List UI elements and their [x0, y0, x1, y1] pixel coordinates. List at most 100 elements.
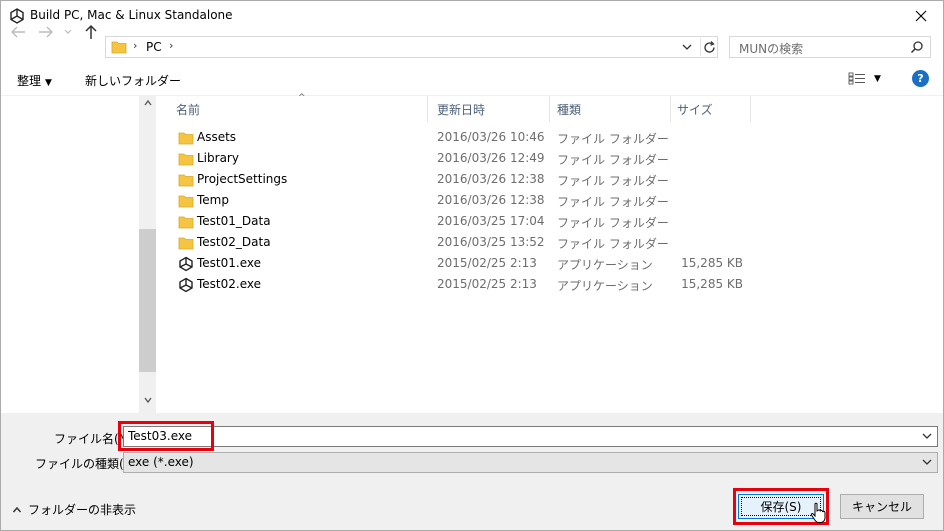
- column-date-label: 更新日時: [437, 103, 486, 117]
- file-name: Library: [197, 151, 239, 165]
- file-date: 2016/03/25 13:52: [437, 235, 545, 249]
- filename-field[interactable]: Test03.exe: [123, 426, 938, 447]
- window-title: Build PC, Mac & Linux Standalone: [30, 8, 233, 22]
- list-item[interactable]: Temp 2016/03/26 12:38 ファイル フォルダー: [157, 190, 944, 211]
- folder-icon: [178, 174, 194, 187]
- chevron-down-icon: ▼: [45, 78, 52, 88]
- refresh-icon: [704, 40, 715, 53]
- forward-button[interactable]: [38, 7, 54, 37]
- list-item[interactable]: Assets 2016/03/26 10:46 ファイル フォルダー: [157, 127, 944, 148]
- filetype-select[interactable]: exe (*.exe): [123, 452, 938, 473]
- folder-icon: [178, 195, 194, 208]
- file-type: ファイル フォルダー: [557, 153, 669, 167]
- organize-button[interactable]: 整理 ▼: [17, 72, 52, 89]
- back-button[interactable]: [10, 7, 26, 37]
- breadcrumb-separator[interactable]: ›: [133, 39, 137, 52]
- file-date: 2015/02/25 2:13: [437, 256, 537, 270]
- content-area: ^ 名前 更新日時 種類 サイズ Assets 2016/03/26 10:46…: [0, 93, 944, 413]
- new-folder-button[interactable]: 新しいフォルダー: [85, 72, 181, 89]
- folder-icon: [178, 216, 194, 229]
- filetype-value: exe (*.exe): [128, 455, 194, 469]
- list-item[interactable]: Library 2016/03/26 12:49 ファイル フォルダー: [157, 148, 944, 169]
- file-name: Test02.exe: [197, 277, 262, 291]
- organize-label: 整理: [17, 74, 42, 88]
- file-name: Temp: [197, 193, 229, 207]
- file-date: 2016/03/26 12:49: [437, 151, 545, 165]
- search-icon: [910, 41, 923, 54]
- search-input[interactable]: MUNの検索: [729, 36, 931, 58]
- chevron-down-icon: ▼: [874, 73, 881, 84]
- chevron-down-icon[interactable]: [681, 39, 693, 55]
- file-name: Assets: [197, 130, 237, 144]
- details-view-icon: [848, 72, 865, 85]
- view-options-button[interactable]: ▼: [848, 72, 881, 85]
- file-list[interactable]: ^ 名前 更新日時 種類 サイズ Assets 2016/03/26 10:46…: [157, 93, 944, 413]
- file-date: 2016/03/26 12:38: [437, 193, 545, 207]
- close-button[interactable]: [898, 0, 944, 31]
- column-header-name[interactable]: 名前: [157, 96, 428, 122]
- column-header-type[interactable]: 種類: [550, 96, 671, 122]
- file-type: ファイル フォルダー: [557, 195, 669, 209]
- unity-exe-icon: [179, 256, 193, 272]
- file-type: アプリケーション: [557, 258, 653, 272]
- list-item[interactable]: ProjectSettings 2016/03/26 12:38 ファイル フォ…: [157, 169, 944, 190]
- refresh-button[interactable]: [700, 38, 718, 56]
- column-header-date[interactable]: 更新日時: [428, 96, 550, 122]
- file-name: Test01.exe: [197, 256, 262, 270]
- column-divider[interactable]: [750, 96, 751, 122]
- hide-folders-label: フォルダーの非表示: [28, 503, 137, 517]
- recent-locations-button[interactable]: [64, 7, 72, 34]
- file-date: 2016/03/25 17:04: [437, 214, 545, 228]
- column-header-row: ^ 名前 更新日時 種類 サイズ: [157, 93, 944, 122]
- command-bar: 整理 ▼ 新しいフォルダー ▼ ?: [0, 63, 944, 96]
- unity-exe-icon: [179, 277, 193, 293]
- column-type-label: 種類: [557, 103, 582, 117]
- list-item[interactable]: Test01.exe 2015/02/25 2:13 アプリケーション 15,2…: [157, 253, 944, 274]
- file-rows: Assets 2016/03/26 10:46 ファイル フォルダー Libra…: [157, 127, 944, 295]
- folder-icon: [178, 132, 194, 145]
- scrollbar-thumb[interactable]: [139, 229, 156, 372]
- mouse-pointer-icon: [810, 502, 826, 523]
- file-name: Test02_Data: [197, 235, 271, 249]
- list-item[interactable]: Test01_Data 2016/03/25 17:04 ファイル フォルダー: [157, 211, 944, 232]
- search-placeholder: MUNの検索: [739, 42, 804, 56]
- navigation-pane[interactable]: [0, 96, 156, 413]
- breadcrumb-pc[interactable]: PC: [146, 40, 162, 54]
- help-button[interactable]: ?: [912, 70, 929, 87]
- close-icon: [915, 10, 927, 21]
- file-size: 15,285 KB: [681, 256, 743, 270]
- address-bar[interactable]: › PC ›: [105, 36, 718, 58]
- chevron-up-icon: [12, 506, 22, 512]
- chevron-down-icon: [64, 29, 72, 34]
- navigation-scrollbar[interactable]: [139, 96, 156, 413]
- file-type: アプリケーション: [557, 279, 653, 293]
- hide-folders-toggle[interactable]: フォルダーの非表示: [12, 501, 136, 518]
- column-header-size[interactable]: サイズ: [671, 96, 751, 122]
- file-type: ファイル フォルダー: [557, 132, 669, 146]
- file-type: ファイル フォルダー: [557, 216, 669, 230]
- column-size-label: サイズ: [677, 103, 713, 117]
- scroll-up-button[interactable]: [139, 98, 156, 112]
- breadcrumb-separator[interactable]: ›: [169, 39, 173, 52]
- chevron-down-icon[interactable]: [921, 429, 933, 443]
- folder-icon: [178, 153, 194, 166]
- file-name: Test01_Data: [197, 214, 271, 228]
- cancel-button[interactable]: キャンセル: [840, 494, 924, 519]
- list-item[interactable]: Test02.exe 2015/02/25 2:13 アプリケーション 15,2…: [157, 274, 944, 295]
- file-date: 2015/02/25 2:13: [437, 277, 537, 291]
- file-size: 15,285 KB: [681, 277, 743, 291]
- list-item[interactable]: Test02_Data 2016/03/25 13:52 ファイル フォルダー: [157, 232, 944, 253]
- column-name-label: 名前: [176, 103, 201, 117]
- chevron-down-icon: [143, 397, 152, 404]
- title-bar: Build PC, Mac & Linux Standalone: [0, 0, 944, 31]
- arrow-right-icon: [39, 26, 53, 37]
- file-name: ProjectSettings: [197, 172, 288, 186]
- up-button[interactable]: [84, 7, 98, 39]
- folder-icon: [178, 237, 194, 250]
- arrow-up-icon: [85, 24, 97, 39]
- file-type: ファイル フォルダー: [557, 237, 669, 251]
- folder-icon: [111, 41, 127, 54]
- scroll-down-button[interactable]: [139, 395, 156, 409]
- arrow-left-icon: [11, 26, 25, 37]
- chevron-up-icon: [143, 99, 152, 106]
